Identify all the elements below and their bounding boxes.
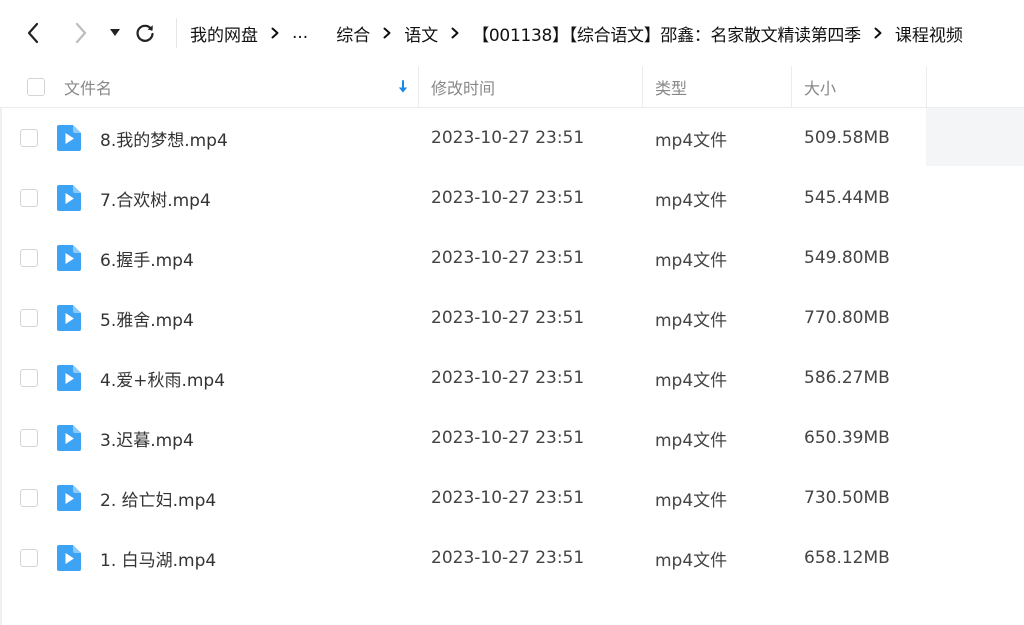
row-checkbox-cell[interactable] — [20, 408, 38, 468]
row-checkbox-cell[interactable] — [20, 348, 38, 408]
row-checkbox-cell[interactable] — [20, 528, 38, 588]
file-modified: 2023-10-27 23:51 — [431, 488, 585, 508]
column-divider[interactable] — [926, 66, 927, 108]
file-size: 549.80MB — [804, 248, 890, 268]
breadcrumb-item-ellipsis[interactable]: ... — [292, 23, 308, 43]
breadcrumb-item-videos[interactable]: 课程视频 — [895, 21, 963, 46]
chevron-right-icon — [383, 27, 391, 39]
file-modified: 2023-10-27 23:51 — [431, 548, 585, 568]
file-size: 545.44MB — [804, 188, 890, 208]
file-type: mp4文件 — [655, 370, 728, 391]
file-modified: 2023-10-27 23:51 — [431, 128, 585, 148]
toolbar-divider — [176, 18, 177, 48]
header-name[interactable]: 文件名 — [64, 66, 112, 108]
row-checkbox[interactable] — [20, 489, 38, 507]
row-checkbox-cell[interactable] — [20, 468, 38, 528]
video-file-icon — [57, 348, 81, 408]
row-checkbox[interactable] — [20, 129, 38, 147]
sort-indicator[interactable] — [397, 66, 409, 108]
header-modified[interactable]: 修改时间 — [431, 66, 495, 108]
video-file-icon — [57, 468, 81, 528]
file-name[interactable]: 4.爱+秋雨.mp4 — [100, 348, 225, 408]
table-row[interactable]: 3.迟暮.mp4 2023-10-27 23:51 mp4文件 650.39MB — [0, 408, 1024, 468]
breadcrumb-item-yuwen[interactable]: 语文 — [404, 21, 438, 46]
video-file-icon — [57, 168, 81, 228]
column-divider[interactable] — [418, 66, 419, 108]
chevron-left-icon — [27, 22, 39, 44]
file-type: mp4文件 — [655, 490, 728, 511]
file-type: mp4文件 — [655, 430, 728, 451]
video-file-icon — [57, 228, 81, 288]
caret-down-icon — [110, 29, 120, 36]
back-button[interactable] — [20, 14, 46, 52]
file-name[interactable]: 3.迟暮.mp4 — [100, 408, 194, 468]
file-name[interactable]: 8.我的梦想.mp4 — [100, 108, 228, 168]
breadcrumb-item-home[interactable]: 我的网盘 — [190, 21, 258, 46]
file-modified: 2023-10-27 23:51 — [431, 248, 585, 268]
chevron-right-icon — [451, 27, 459, 39]
select-all-cell[interactable] — [27, 66, 45, 108]
forward-button[interactable] — [68, 14, 94, 52]
file-name[interactable]: 6.握手.mp4 — [100, 228, 194, 288]
file-type: mp4文件 — [655, 550, 728, 571]
table-row[interactable]: 6.握手.mp4 2023-10-27 23:51 mp4文件 549.80MB — [0, 228, 1024, 288]
chevron-right-icon — [874, 27, 882, 39]
file-modified: 2023-10-27 23:51 — [431, 428, 585, 448]
table-row[interactable]: 1. 白马湖.mp4 2023-10-27 23:51 mp4文件 658.12MB — [0, 528, 1024, 588]
file-size: 730.50MB — [804, 488, 890, 508]
toolbar: 我的网盘 ... 综合 语文 【001138】【综合语文】邵鑫：名家散文精读第四… — [0, 0, 1024, 66]
file-size: 770.80MB — [804, 308, 890, 328]
row-checkbox-cell[interactable] — [20, 168, 38, 228]
file-size: 586.27MB — [804, 368, 890, 388]
row-checkbox-cell[interactable] — [20, 228, 38, 288]
table-row[interactable]: 2. 给亡妇.mp4 2023-10-27 23:51 mp4文件 730.50MB — [0, 468, 1024, 528]
chevron-right-icon — [75, 22, 87, 44]
header-size[interactable]: 大小 — [804, 66, 836, 108]
file-type: mp4文件 — [655, 190, 728, 211]
video-file-icon — [57, 108, 81, 168]
row-checkbox[interactable] — [20, 369, 38, 387]
video-file-icon — [57, 408, 81, 468]
table-row[interactable]: 8.我的梦想.mp4 2023-10-27 23:51 mp4文件 509.58MB — [0, 108, 1024, 168]
file-type: mp4文件 — [655, 130, 728, 151]
sort-down-arrow-icon — [398, 80, 408, 93]
chevron-right-icon — [271, 27, 279, 39]
file-modified: 2023-10-27 23:51 — [431, 188, 585, 208]
file-modified: 2023-10-27 23:51 — [431, 368, 585, 388]
breadcrumb-item-zonghe[interactable]: 综合 — [336, 21, 370, 46]
row-checkbox[interactable] — [20, 309, 38, 327]
row-checkbox[interactable] — [20, 189, 38, 207]
breadcrumb-item-course[interactable]: 【001138】【综合语文】邵鑫：名家散文精读第四季 — [472, 21, 861, 46]
video-file-icon — [57, 288, 81, 348]
file-size: 509.58MB — [804, 128, 890, 148]
file-name[interactable]: 5.雅舍.mp4 — [100, 288, 194, 348]
file-name[interactable]: 2. 给亡妇.mp4 — [100, 468, 216, 528]
history-dropdown-button[interactable] — [106, 14, 124, 52]
row-checkbox[interactable] — [20, 249, 38, 267]
file-type: mp4文件 — [655, 310, 728, 331]
table-header: 文件名 修改时间 类型 大小 — [0, 66, 1024, 108]
select-all-checkbox[interactable] — [27, 78, 45, 96]
breadcrumb: 我的网盘 ... 综合 语文 【001138】【综合语文】邵鑫：名家散文精读第四… — [190, 14, 963, 52]
file-name[interactable]: 7.合欢树.mp4 — [100, 168, 211, 228]
column-divider[interactable] — [642, 66, 643, 108]
table-row[interactable]: 4.爱+秋雨.mp4 2023-10-27 23:51 mp4文件 586.27MB — [0, 348, 1024, 408]
file-type: mp4文件 — [655, 250, 728, 271]
header-type[interactable]: 类型 — [655, 66, 687, 108]
file-name[interactable]: 1. 白马湖.mp4 — [100, 528, 216, 588]
video-file-icon — [57, 528, 81, 588]
row-checkbox-cell[interactable] — [20, 108, 38, 168]
table-row[interactable]: 7.合欢树.mp4 2023-10-27 23:51 mp4文件 545.44MB — [0, 168, 1024, 228]
row-checkbox[interactable] — [20, 549, 38, 567]
file-modified: 2023-10-27 23:51 — [431, 308, 585, 328]
table-row[interactable]: 5.雅舍.mp4 2023-10-27 23:51 mp4文件 770.80MB — [0, 288, 1024, 348]
row-checkbox-cell[interactable] — [20, 288, 38, 348]
file-size: 658.12MB — [804, 548, 890, 568]
file-size: 650.39MB — [804, 428, 890, 448]
row-checkbox[interactable] — [20, 429, 38, 447]
column-divider[interactable] — [791, 66, 792, 108]
refresh-button[interactable] — [132, 14, 158, 52]
refresh-icon — [136, 24, 154, 42]
